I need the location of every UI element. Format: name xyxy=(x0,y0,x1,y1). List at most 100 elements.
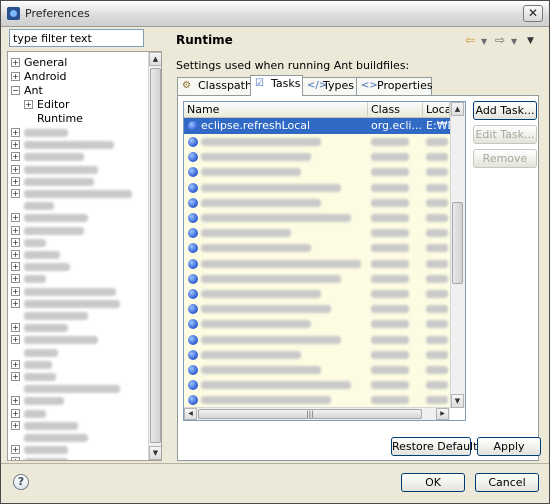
obscured-cell xyxy=(371,335,409,344)
scroll-down-icon[interactable]: ▼ xyxy=(451,394,464,408)
forward-arrow-icon[interactable]: ⇨ xyxy=(495,33,505,47)
scroll-right-icon[interactable]: ▶ xyxy=(436,408,449,420)
apply-button[interactable]: Apply xyxy=(477,437,541,456)
expand-icon[interactable]: + xyxy=(11,140,20,150)
remove-button[interactable]: Remove xyxy=(473,149,537,168)
tab-types[interactable]: </> Types xyxy=(302,77,357,95)
filter-input[interactable] xyxy=(9,29,144,47)
table-row[interactable] xyxy=(184,271,450,287)
expand-icon[interactable]: + xyxy=(11,189,20,198)
restore-defaults-button[interactable]: Restore Defaults xyxy=(391,437,483,456)
column-header-location[interactable]: Locati xyxy=(423,102,450,118)
obscured-label xyxy=(24,397,64,406)
table-row[interactable] xyxy=(184,332,450,348)
table-row[interactable] xyxy=(184,392,450,408)
tasks-table: Name Class Locati eclipse.refreshLocal o… xyxy=(183,101,466,421)
table-horizontal-scrollbar[interactable]: ◀ ||| ▶ xyxy=(184,407,450,420)
obscured-cell xyxy=(426,168,448,177)
expand-icon[interactable]: + xyxy=(11,176,20,186)
table-row[interactable] xyxy=(184,210,450,226)
tree-item-obscured[interactable]: + xyxy=(11,455,68,460)
expand-icon[interactable]: + xyxy=(11,225,20,235)
table-row[interactable] xyxy=(184,362,450,378)
scroll-left-icon[interactable]: ◀ xyxy=(184,408,197,420)
expand-icon[interactable]: + xyxy=(11,298,20,308)
ok-button[interactable]: OK xyxy=(401,473,465,492)
column-header-name[interactable]: Name xyxy=(184,102,368,118)
table-row[interactable] xyxy=(184,286,450,302)
table-row[interactable]: eclipse.refreshLocal org.ecli... E:₩D xyxy=(184,118,456,134)
expand-icon[interactable]: + xyxy=(11,237,20,247)
scroll-down-icon[interactable]: ▼ xyxy=(149,446,161,460)
table-row[interactable] xyxy=(184,377,450,393)
table-row[interactable] xyxy=(184,164,450,180)
obscured-cell xyxy=(426,153,448,162)
obscured-label xyxy=(24,324,68,333)
expand-icon[interactable]: + xyxy=(11,372,20,381)
expand-icon[interactable]: + xyxy=(11,420,20,430)
table-vertical-scrollbar[interactable]: ▲ ▼ xyxy=(450,102,465,408)
table-row[interactable] xyxy=(184,225,450,241)
scroll-up-icon[interactable]: ▲ xyxy=(149,52,161,66)
forward-dropdown-icon[interactable]: ▼ xyxy=(511,37,517,46)
tree-item-ant[interactable]: − Ant xyxy=(11,84,43,98)
view-menu-icon[interactable]: ▼ xyxy=(527,36,534,46)
table-row[interactable] xyxy=(184,301,450,317)
obscured-cell xyxy=(371,274,409,283)
back-dropdown-icon[interactable]: ▼ xyxy=(481,37,487,46)
panel-sash[interactable] xyxy=(167,29,170,461)
table-row[interactable] xyxy=(184,134,450,150)
obscured-cell xyxy=(426,381,448,390)
cell-name: eclipse.refreshLocal xyxy=(201,119,311,132)
table-row[interactable] xyxy=(184,240,450,256)
expand-icon[interactable]: + xyxy=(11,323,20,333)
expand-icon[interactable]: + xyxy=(11,408,20,418)
add-task-button[interactable]: Add Task... xyxy=(473,101,537,120)
expand-icon[interactable]: + xyxy=(11,286,20,296)
tree-item-general[interactable]: + General xyxy=(11,56,67,70)
table-row[interactable] xyxy=(184,256,450,272)
close-button[interactable]: ✕ xyxy=(523,5,543,22)
scroll-thumb[interactable] xyxy=(452,202,463,284)
scroll-thumb[interactable]: ||| xyxy=(198,409,422,419)
expand-icon[interactable]: + xyxy=(11,396,20,406)
tree-item-editor[interactable]: + Editor xyxy=(24,98,70,112)
tab-properties[interactable]: <> Properties xyxy=(356,77,433,95)
table-row[interactable] xyxy=(184,316,450,332)
table-row[interactable] xyxy=(184,347,450,363)
expand-icon[interactable]: + xyxy=(11,250,20,259)
column-header-class[interactable]: Class xyxy=(368,102,423,118)
expand-icon[interactable]: + xyxy=(11,335,20,345)
expand-icon[interactable]: + xyxy=(11,128,20,137)
table-row[interactable] xyxy=(184,180,450,196)
expand-icon[interactable]: + xyxy=(11,262,20,272)
tree-item-runtime[interactable]: Runtime xyxy=(37,112,83,126)
cancel-button[interactable]: Cancel xyxy=(475,473,539,492)
expand-icon[interactable]: + xyxy=(11,164,20,174)
tab-classpath[interactable]: ⚙ Classpath xyxy=(177,77,252,95)
obscured-label xyxy=(24,458,68,460)
collapse-icon[interactable]: − xyxy=(11,86,20,95)
back-arrow-icon[interactable]: ⇦ xyxy=(465,33,475,47)
expand-icon[interactable]: + xyxy=(11,359,20,369)
tree-scrollbar[interactable]: ▲ ▼ xyxy=(148,52,161,460)
tree-item-android[interactable]: + Android xyxy=(11,70,67,84)
expand-icon[interactable]: + xyxy=(11,457,20,460)
expand-icon[interactable]: + xyxy=(11,152,20,162)
expand-icon[interactable]: + xyxy=(11,213,20,223)
expand-icon[interactable]: + xyxy=(11,72,20,81)
table-row[interactable] xyxy=(184,149,450,165)
expand-icon[interactable]: + xyxy=(11,274,20,284)
scroll-up-icon[interactable]: ▲ xyxy=(451,102,464,116)
obscured-cell xyxy=(201,138,321,146)
expand-icon[interactable]: + xyxy=(11,58,20,67)
expand-icon[interactable]: + xyxy=(11,445,20,455)
expand-icon[interactable]: + xyxy=(24,100,33,109)
edit-task-button[interactable]: Edit Task... xyxy=(473,125,537,144)
obscured-label xyxy=(24,287,116,296)
obscured-label xyxy=(24,409,46,418)
table-row[interactable] xyxy=(184,195,450,211)
tab-tasks[interactable]: ☑ Tasks xyxy=(250,75,303,96)
help-icon[interactable]: ? xyxy=(13,474,29,490)
scroll-thumb[interactable] xyxy=(150,68,161,443)
